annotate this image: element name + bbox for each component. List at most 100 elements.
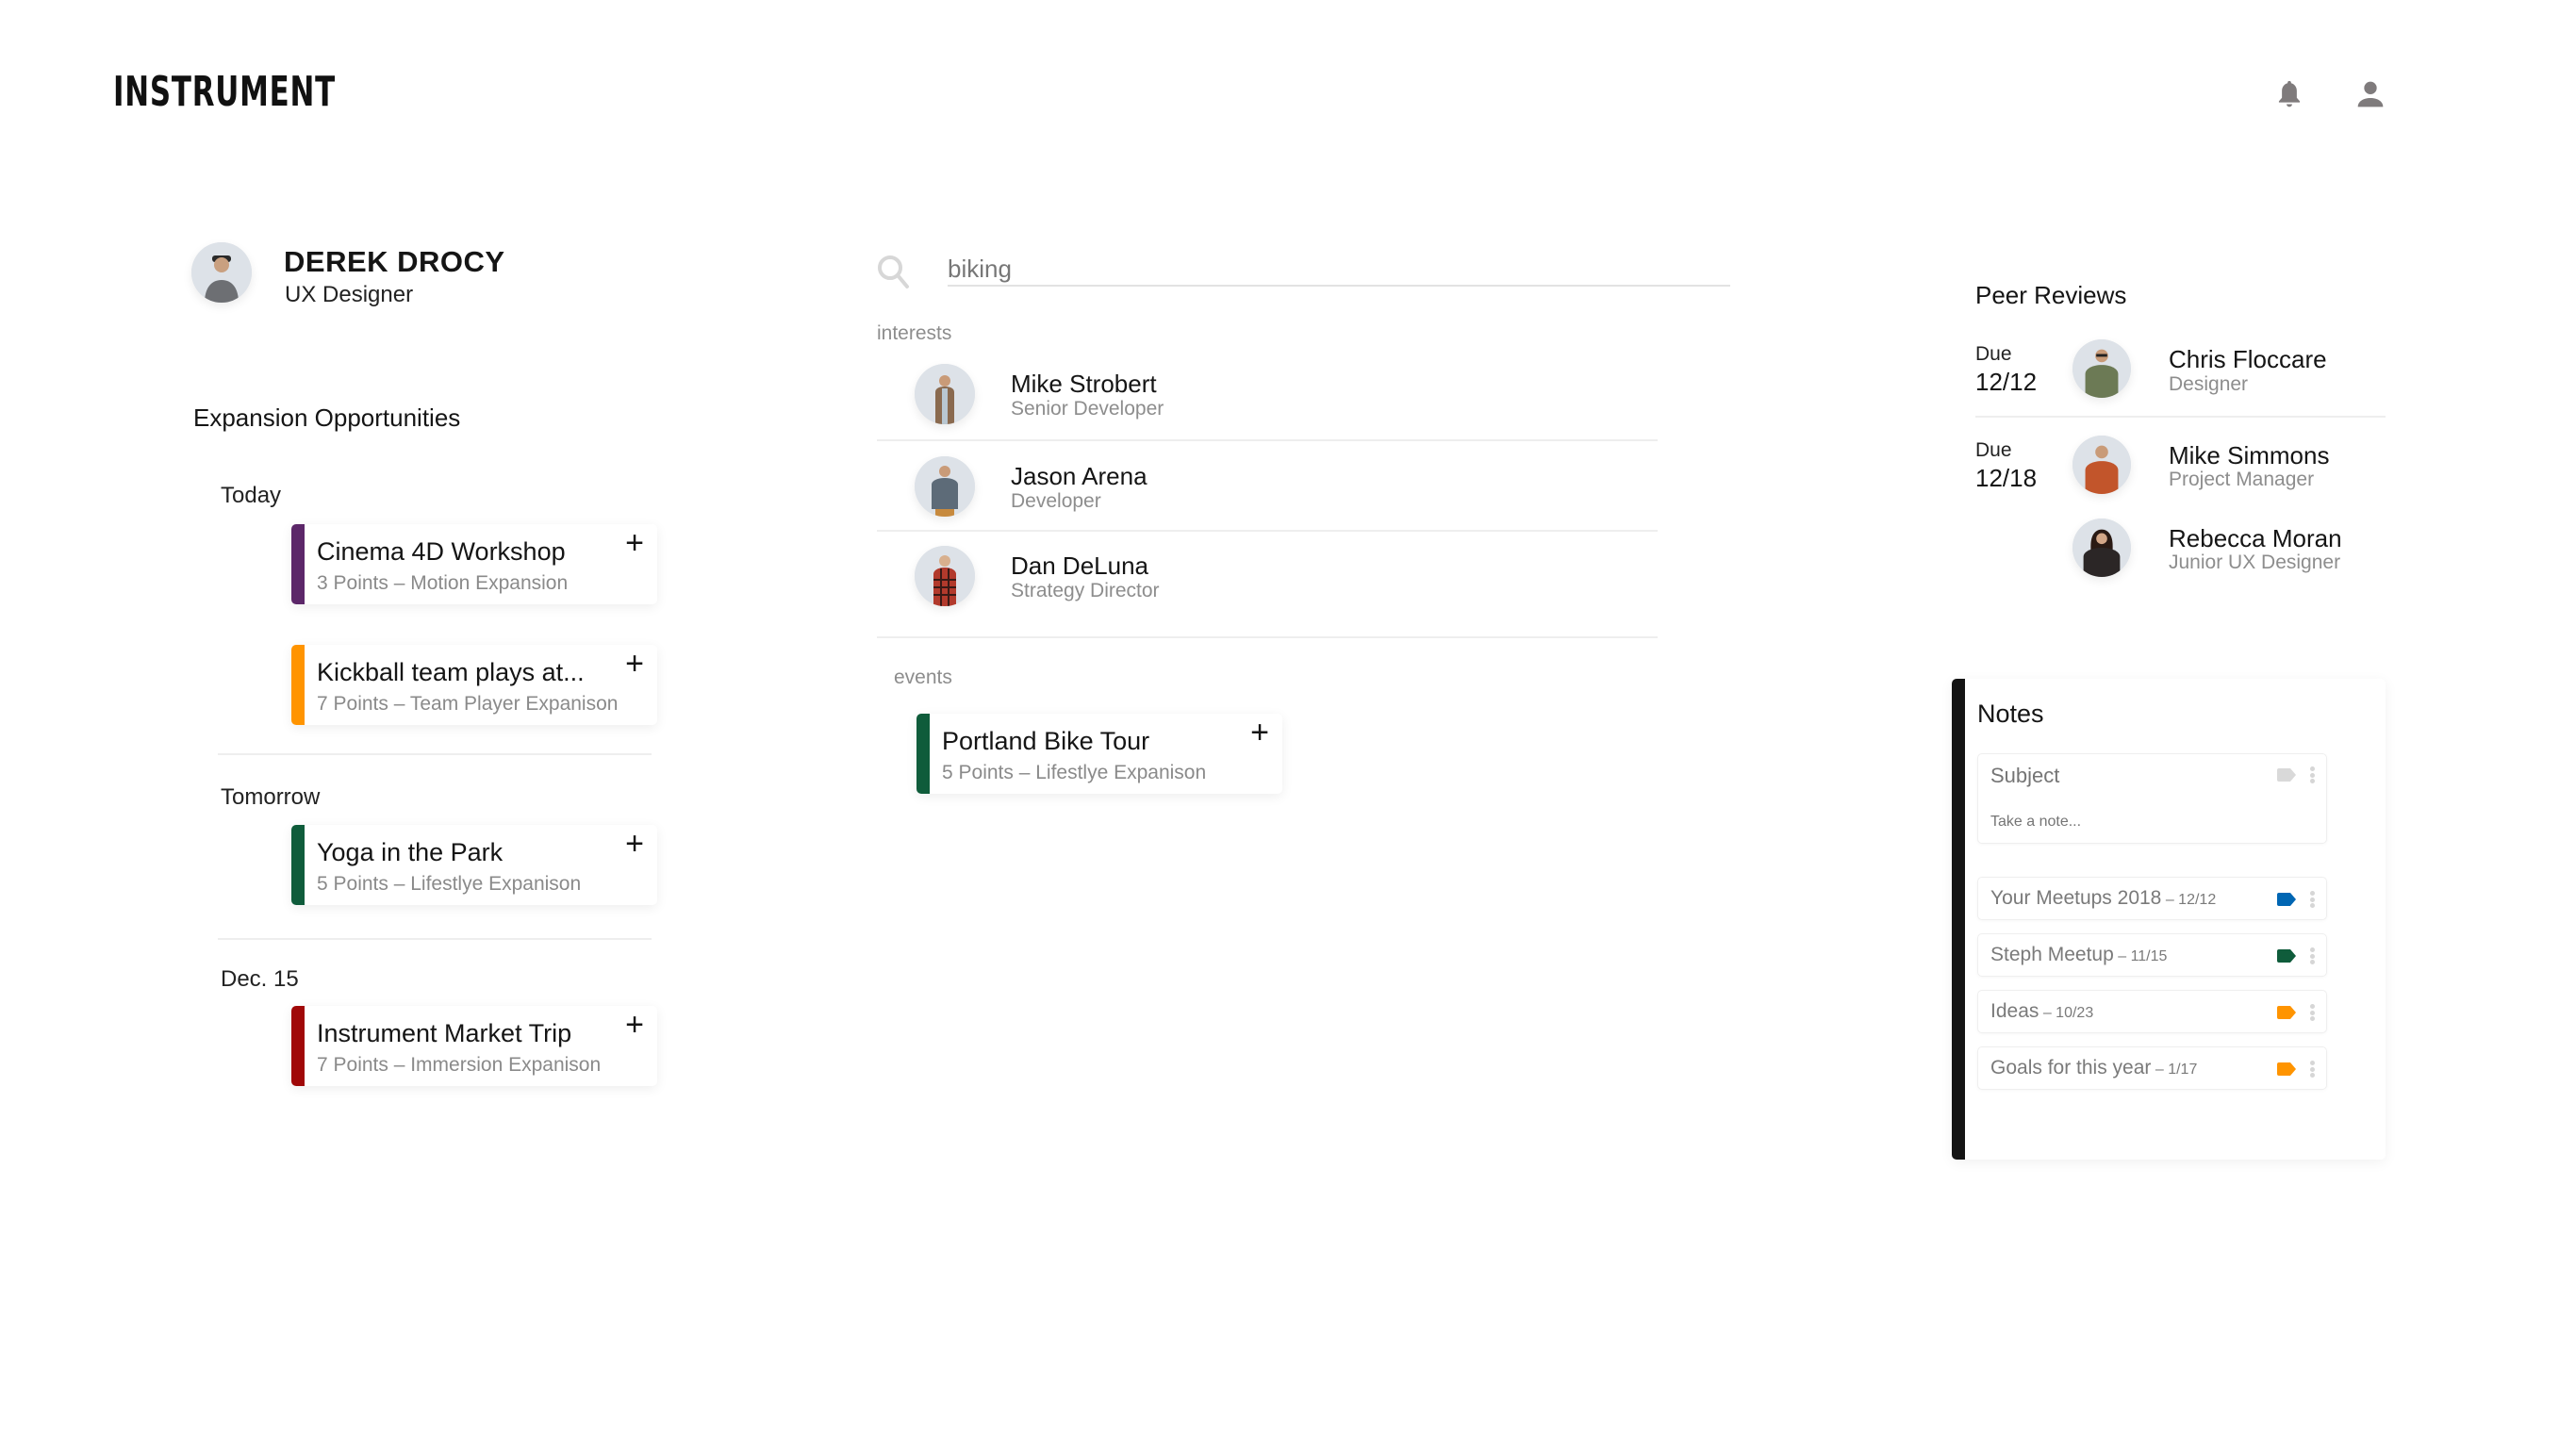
bell-icon	[2278, 80, 2301, 107]
opportunity-title: Instrument Market Trip	[317, 1019, 572, 1047]
more-options-icon[interactable]	[2307, 889, 2317, 910]
reviewer-name: Mike Simmons	[2169, 441, 2330, 469]
event-title: Portland Bike Tour	[942, 727, 1150, 755]
group-label-today: Today	[221, 483, 282, 508]
note-date-separator: –	[2151, 1062, 2169, 1078]
add-icon[interactable]: +	[621, 828, 648, 860]
tag-icon[interactable]	[2277, 1062, 2296, 1076]
note-item[interactable]: Steph Meetup – 11/15	[1977, 933, 2327, 977]
due-label: Due	[1975, 439, 2012, 461]
peer-reviews-title: Peer Reviews	[1975, 281, 2127, 309]
note-date: 11/15	[2130, 948, 2168, 964]
note-item[interactable]: Your Meetups 2018 – 12/12	[1977, 877, 2327, 920]
add-icon[interactable]: +	[1247, 716, 1273, 749]
more-options-icon[interactable]	[2307, 1059, 2317, 1079]
opportunity-card[interactable]: Kickball team plays at... 7 Points – Tea…	[291, 645, 657, 725]
event-card[interactable]: Portland Bike Tour 5 Points – Lifestlye …	[916, 714, 1282, 794]
section-divider	[877, 636, 1658, 638]
note-subject-input[interactable]	[1990, 764, 2254, 788]
person-role: Senior Developer	[1011, 398, 1164, 420]
notifications-button[interactable]	[2271, 75, 2308, 113]
tag-icon[interactable]	[2277, 768, 2296, 782]
category-color-bar	[916, 714, 930, 794]
opportunity-subtitle: 7 Points – Immersion Expanison	[317, 1054, 602, 1076]
note-date: 12/12	[2178, 892, 2217, 908]
category-color-bar	[291, 825, 305, 905]
note-title: Your Meetups 2018	[1990, 887, 2162, 909]
interests-label: interests	[877, 322, 952, 344]
reviewer-avatar	[2072, 519, 2131, 577]
reviewer-avatar	[2072, 339, 2131, 398]
add-icon[interactable]: +	[621, 648, 648, 680]
group-divider	[218, 938, 652, 940]
reviewer-name: Rebecca Moran	[2169, 524, 2342, 552]
opportunity-subtitle: 3 Points – Motion Expansion	[317, 572, 569, 594]
note-item[interactable]: Goals for this year – 1/17	[1977, 1046, 2327, 1090]
group-label-date: Dec. 15	[221, 966, 299, 992]
person-name: Mike Strobert	[1011, 370, 1157, 398]
notes-panel: Notes Your Meetups 2018 – 12/12 Steph Me…	[1952, 679, 2386, 1160]
note-item[interactable]: Ideas – 10/23	[1977, 990, 2327, 1033]
peer-review-item[interactable]: Due 12/18 Mike Simmons Project Manager	[1971, 434, 2395, 509]
category-color-bar	[291, 645, 305, 725]
note-title: Ideas	[1990, 1000, 2039, 1022]
reviewer-role: Junior UX Designer	[2169, 552, 2341, 573]
person-name: Dan DeLuna	[1011, 552, 1148, 580]
group-label-tomorrow: Tomorrow	[221, 784, 321, 810]
profile-avatar	[191, 242, 252, 303]
note-body-input[interactable]	[1990, 814, 2273, 831]
opportunity-card[interactable]: Instrument Market Trip 7 Points – Immers…	[291, 1006, 657, 1086]
more-options-icon[interactable]	[2307, 765, 2317, 785]
opportunity-title: Kickball team plays at...	[317, 658, 585, 686]
expansion-opportunities-title: Expansion Opportunities	[193, 403, 461, 432]
due-label: Due	[1975, 343, 2012, 365]
reviewer-avatar	[2072, 436, 2131, 494]
add-icon[interactable]: +	[621, 1009, 648, 1041]
event-subtitle: 5 Points – Lifestlye Expanison	[942, 762, 1207, 783]
profile-name: DEREK DROCY	[284, 245, 505, 278]
note-date-separator: –	[2039, 1005, 2056, 1021]
add-icon[interactable]: +	[621, 527, 648, 559]
peer-review-item[interactable]: Due 12/12 Chris Floccare Designer	[1971, 336, 2395, 411]
search-icon[interactable]	[875, 253, 913, 290]
profile-button[interactable]	[2352, 75, 2389, 113]
due-date: 12/12	[1975, 368, 2038, 396]
notes-accent-bar	[1952, 679, 1965, 1160]
opportunity-title: Yoga in the Park	[317, 838, 504, 866]
profile-title: UX Designer	[285, 282, 414, 307]
note-date-separator: –	[2113, 948, 2131, 964]
person-result[interactable]: Mike Strobert Senior Developer	[877, 349, 1658, 439]
review-divider	[1975, 416, 2386, 418]
note-date-separator: –	[2161, 892, 2179, 908]
tag-icon[interactable]	[2277, 893, 2296, 906]
category-color-bar	[291, 1006, 305, 1086]
person-avatar	[915, 546, 975, 606]
due-date: 12/18	[1975, 464, 2038, 492]
person-result[interactable]: Jason Arena Developer	[877, 441, 1658, 532]
reviewer-role: Designer	[2169, 373, 2249, 395]
notes-title: Notes	[1977, 700, 2044, 728]
new-note-form[interactable]	[1977, 753, 2327, 844]
category-color-bar	[291, 524, 305, 604]
tag-icon[interactable]	[2277, 1006, 2296, 1019]
logo[interactable]: INSTRUMENT	[113, 72, 336, 113]
reviewer-role: Project Manager	[2169, 469, 2315, 490]
opportunity-card[interactable]: Cinema 4D Workshop 3 Points – Motion Exp…	[291, 524, 657, 604]
user-icon	[2357, 81, 2384, 107]
more-options-icon[interactable]	[2307, 1002, 2317, 1023]
person-role: Strategy Director	[1011, 580, 1160, 601]
opportunity-title: Cinema 4D Workshop	[317, 537, 566, 566]
opportunity-subtitle: 5 Points – Lifestlye Expanison	[317, 873, 582, 895]
note-title: Steph Meetup	[1990, 944, 2114, 965]
opportunity-card[interactable]: Yoga in the Park 5 Points – Lifestlye Ex…	[291, 825, 657, 905]
peer-review-item[interactable]: Rebecca Moran Junior UX Designer	[1971, 517, 2395, 592]
person-role: Developer	[1011, 490, 1101, 512]
group-divider	[218, 753, 652, 755]
tag-icon[interactable]	[2277, 949, 2296, 963]
person-result[interactable]: Dan DeLuna Strategy Director	[877, 531, 1658, 621]
events-label: events	[894, 667, 952, 688]
opportunity-subtitle: 7 Points – Team Player Expanison	[317, 693, 619, 715]
more-options-icon[interactable]	[2307, 946, 2317, 966]
reviewer-name: Chris Floccare	[2169, 345, 2327, 373]
search-input[interactable]	[948, 253, 1730, 287]
